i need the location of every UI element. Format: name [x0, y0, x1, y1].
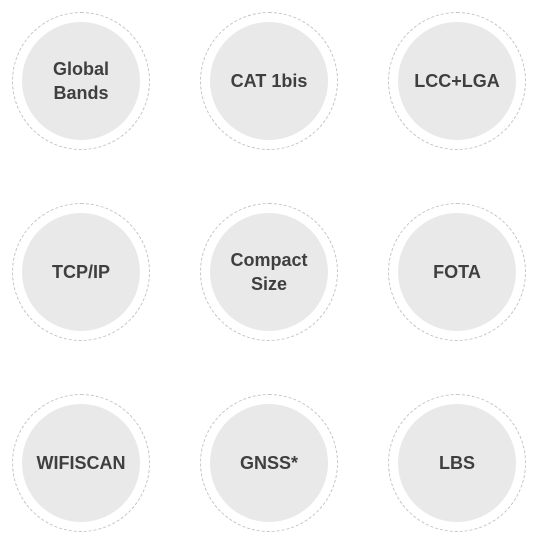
feature-compact-size: Compact Size: [200, 203, 338, 341]
feature-disc: LBS: [398, 404, 516, 522]
feature-label: TCP/IP: [51, 262, 110, 282]
feature-lcc-lga: LCC+LGA: [388, 12, 526, 150]
feature-cat-1bis: CAT 1bis: [200, 12, 338, 150]
feature-grid: Global Bands CAT 1bis LCC+LGA TCP/IP Com…: [0, 0, 538, 537]
feature-label: LBS: [439, 453, 475, 473]
feature-label: WIFISCAN: [36, 453, 126, 473]
feature-tcp-ip: TCP/IP: [12, 203, 150, 341]
feature-label: GNSS*: [239, 453, 299, 473]
feature-gnss: GNSS*: [200, 394, 338, 532]
feature-disc: CAT 1bis: [210, 22, 328, 140]
feature-disc: TCP/IP: [22, 213, 140, 331]
feature-label: LCC+LGA: [414, 71, 500, 91]
feature-wifiscan: WIFISCAN: [12, 394, 150, 532]
feature-disc: WIFISCAN: [22, 404, 140, 522]
feature-disc: FOTA: [398, 213, 516, 331]
feature-disc: Compact Size: [210, 213, 328, 331]
feature-label: FOTA: [433, 262, 481, 282]
feature-disc: GNSS*: [210, 404, 328, 522]
feature-label: Global Bands: [52, 59, 109, 103]
feature-disc: Global Bands: [22, 22, 140, 140]
feature-label: CAT 1bis: [230, 71, 308, 91]
feature-fota: FOTA: [388, 203, 526, 341]
feature-disc: LCC+LGA: [398, 22, 516, 140]
feature-label: Compact Size: [230, 250, 308, 294]
feature-global-bands: Global Bands: [12, 12, 150, 150]
feature-lbs: LBS: [388, 394, 526, 532]
